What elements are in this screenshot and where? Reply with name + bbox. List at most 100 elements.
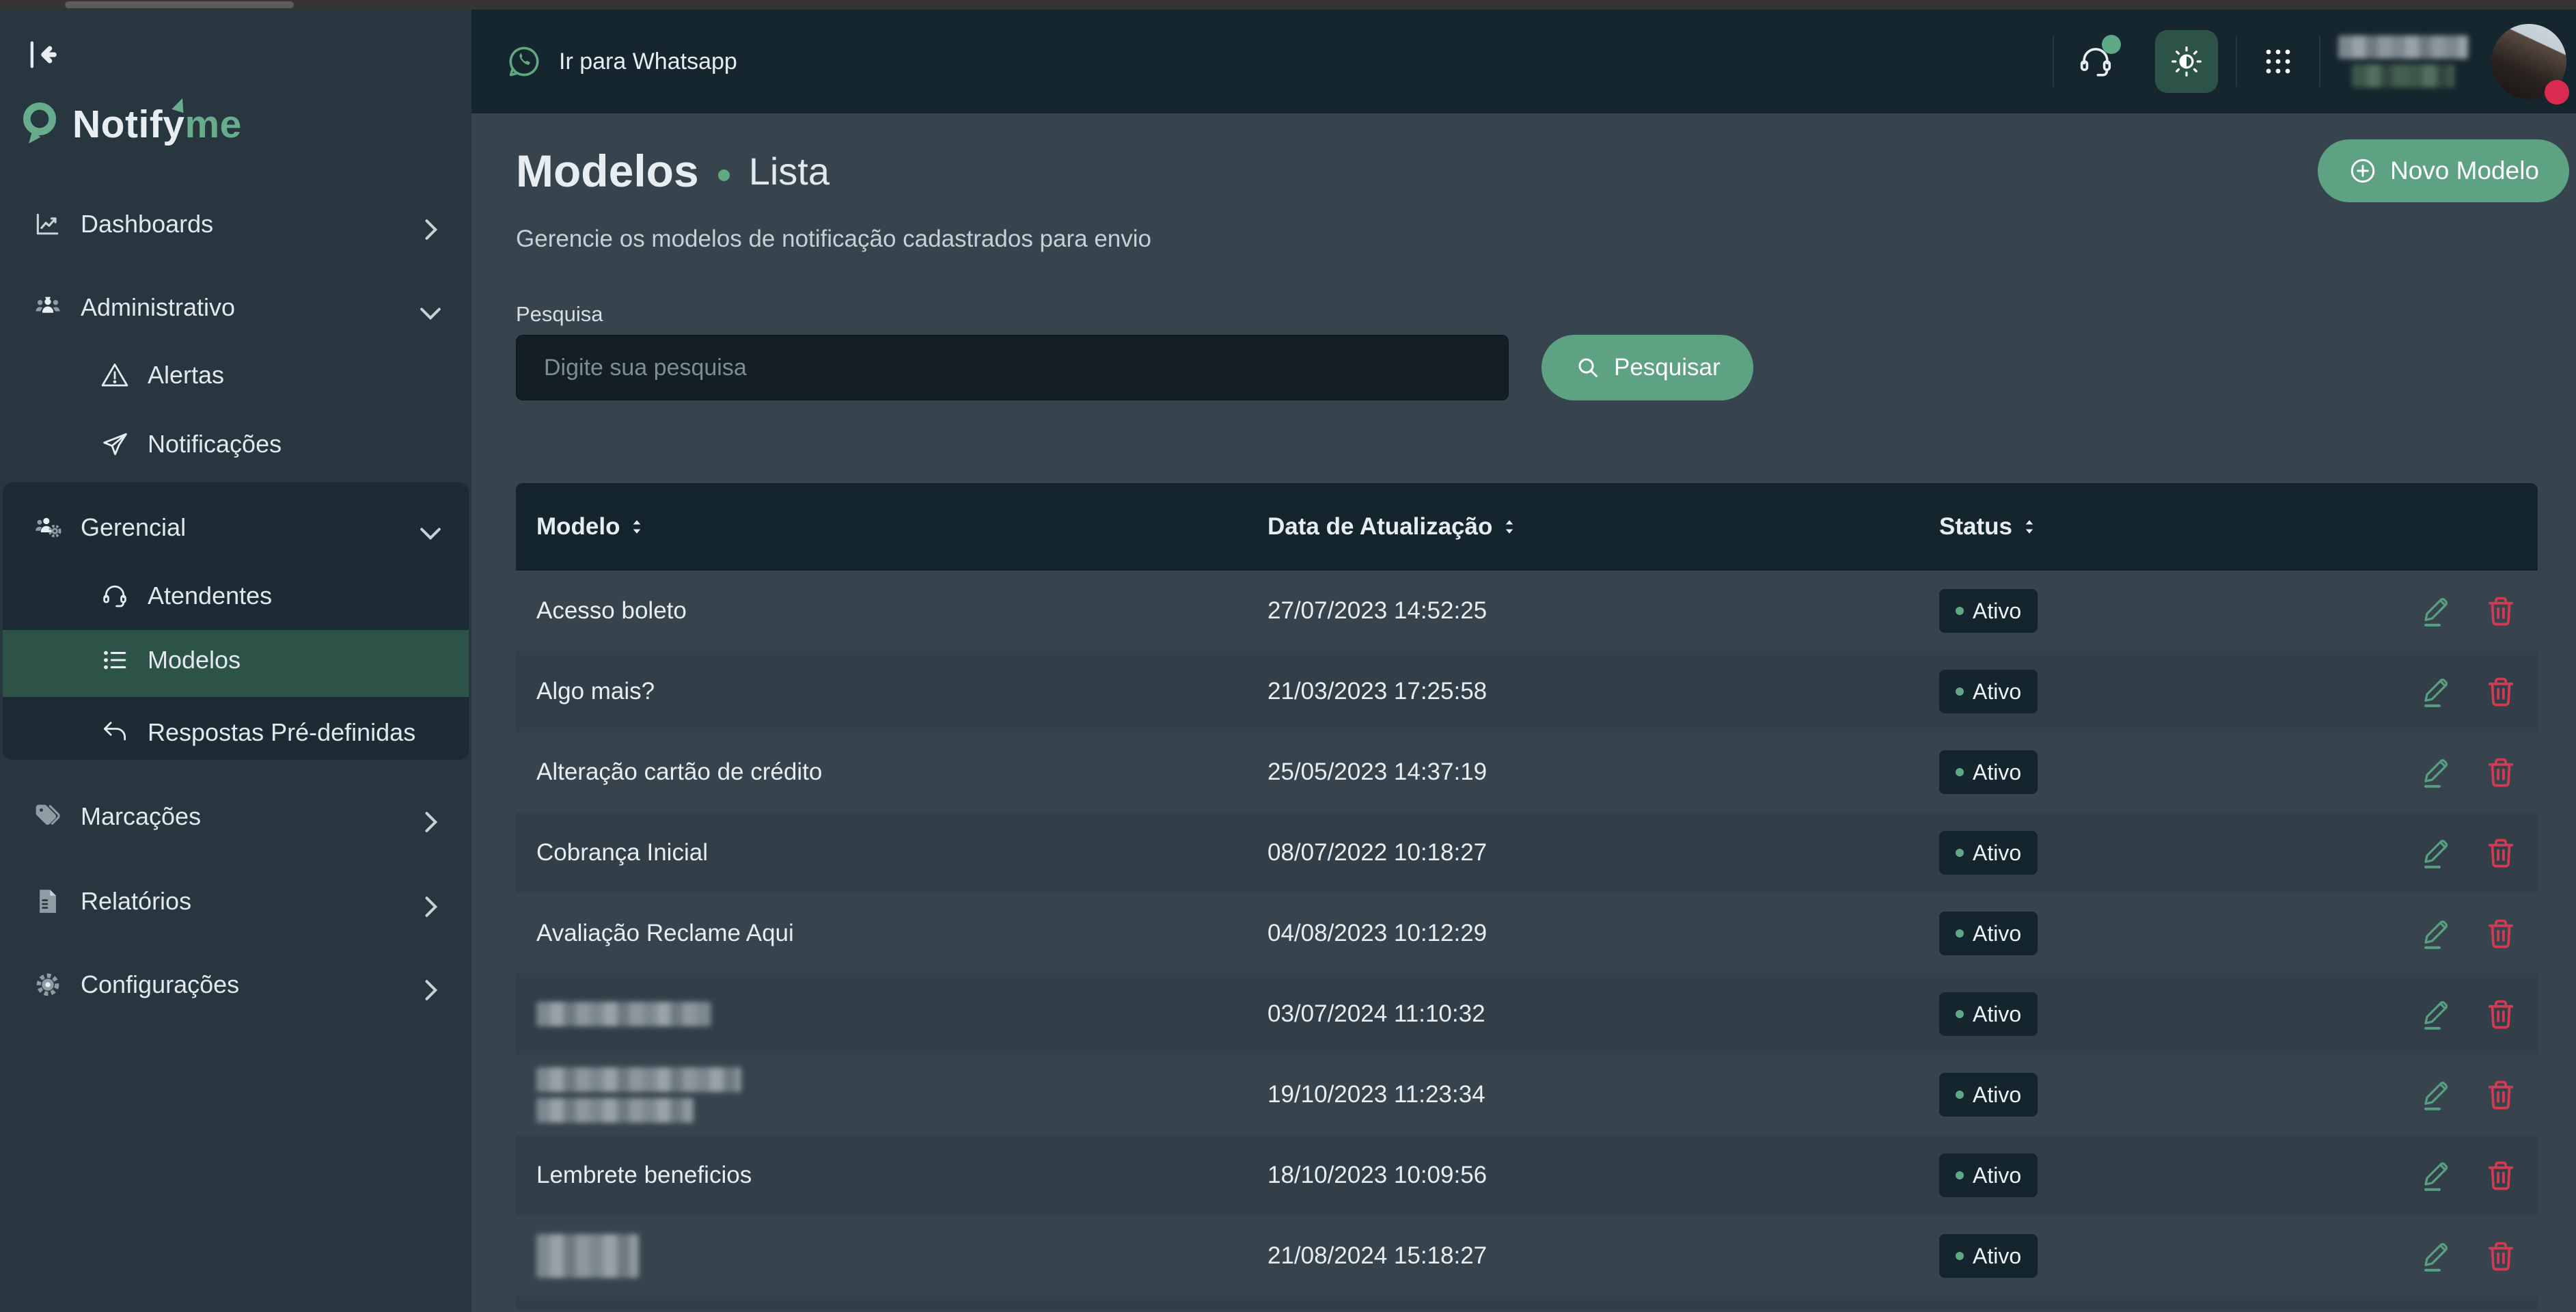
sidebar-item-administrativo[interactable]: Administrativo <box>0 283 471 332</box>
status-dot-icon <box>1956 849 1964 857</box>
table-row: Avaliação Reclame Aqui04/08/2023 10:12:2… <box>516 893 2538 974</box>
table-row: 21/08/2024 15:18:27Ativo <box>516 1216 2538 1296</box>
user-name-redacted <box>2338 36 2468 87</box>
edit-button[interactable] <box>2419 754 2454 790</box>
edit-button[interactable] <box>2419 1077 2454 1112</box>
chevron-down-icon <box>415 518 435 537</box>
table-row-partial <box>516 1296 2538 1310</box>
delete-button[interactable] <box>2483 916 2519 951</box>
sidebar-item-respostas-pre-definidas[interactable]: Respostas Pré-definidas <box>0 708 471 757</box>
column-header-modelo[interactable]: Modelo <box>536 483 644 571</box>
status-badge: Ativo <box>1939 992 2038 1036</box>
sidebar-item-atendentes[interactable]: Atendentes <box>0 571 471 620</box>
sidebar-item-relatorios[interactable]: Relatórios <box>0 877 471 926</box>
topbar-tools <box>2053 24 2576 99</box>
search-icon <box>1574 354 1602 381</box>
edit-button[interactable] <box>2419 1158 2454 1193</box>
new-model-button[interactable]: Novo Modelo <box>2318 139 2569 202</box>
row-actions <box>2419 651 2519 732</box>
sidebar-item-configuracoes[interactable]: Configurações <box>0 960 471 1009</box>
pencil-icon <box>2419 754 2454 790</box>
row-actions <box>2419 1054 2519 1135</box>
column-header-status[interactable]: Status <box>1939 483 2037 571</box>
model-name-cell: Cobrança Inicial <box>536 812 708 893</box>
delete-button[interactable] <box>2483 674 2519 709</box>
horizontal-scrollbar[interactable] <box>0 0 2576 10</box>
column-header-data-atualizacao[interactable]: Data de Atualização <box>1268 483 1517 571</box>
table-row: Alteração cartão de crédito25/05/2023 14… <box>516 732 2538 812</box>
edit-button[interactable] <box>2419 593 2454 629</box>
trash-icon <box>2483 754 2519 790</box>
theme-toggle-button[interactable] <box>2155 30 2218 93</box>
sidebar-item-label: Gerencial <box>81 513 186 542</box>
support-button[interactable] <box>2076 42 2115 81</box>
delete-button[interactable] <box>2483 593 2519 629</box>
updated-at-cell: 27/07/2023 14:52:25 <box>1268 571 1487 651</box>
edit-button[interactable] <box>2419 674 2454 709</box>
status-dot-icon <box>1956 768 1964 776</box>
sidebar-item-label: Dashboards <box>81 210 213 238</box>
collapse-sidebar-icon[interactable] <box>25 37 60 72</box>
sidebar-item-modelos[interactable]: Modelos <box>0 636 471 685</box>
sidebar-item-alertas[interactable]: Alertas <box>0 351 471 400</box>
brand-name: Notifyme <box>72 102 242 147</box>
whatsapp-label: Ir para Whatsapp <box>559 49 737 75</box>
sidebar-item-notificacoes[interactable]: Notificações <box>0 420 471 469</box>
table-row: Algo mais?21/03/2023 17:25:58Ativo <box>516 651 2538 732</box>
search-button[interactable]: Pesquisar <box>1542 335 1753 400</box>
sidebar-item-dashboards[interactable]: Dashboards <box>0 200 471 249</box>
status-badge: Ativo <box>1939 1153 2038 1197</box>
delete-button[interactable] <box>2483 1077 2519 1112</box>
paper-plane-icon <box>100 429 130 459</box>
main-content: Modelos Lista Gerencie os modelos de not… <box>471 113 2576 1312</box>
delete-button[interactable] <box>2483 996 2519 1032</box>
delete-button[interactable] <box>2483 835 2519 871</box>
edit-button[interactable] <box>2419 916 2454 951</box>
user-avatar[interactable] <box>2491 24 2566 99</box>
users-icon <box>33 292 63 323</box>
trash-icon <box>2483 996 2519 1032</box>
table-row: 03/07/2024 11:10:32Ativo <box>516 974 2538 1054</box>
delete-button[interactable] <box>2483 754 2519 790</box>
status-dot-icon <box>1956 1171 1964 1179</box>
document-icon <box>33 886 63 916</box>
chevron-right-icon <box>415 975 435 994</box>
edit-button[interactable] <box>2419 835 2454 871</box>
sort-icon <box>629 517 644 537</box>
brand-logo[interactable]: Notifyme <box>18 97 242 152</box>
delete-button[interactable] <box>2483 1158 2519 1193</box>
model-name-cell <box>536 974 711 1054</box>
status-badge: Ativo <box>1939 1234 2038 1278</box>
edit-button[interactable] <box>2419 996 2454 1032</box>
pencil-icon <box>2419 674 2454 709</box>
headset-icon <box>100 581 130 611</box>
status-dot-icon <box>1956 1091 1964 1099</box>
warning-triangle-icon <box>100 360 130 390</box>
trash-icon <box>2483 1077 2519 1112</box>
chart-icon <box>33 209 63 239</box>
redacted-text <box>536 1002 711 1026</box>
row-actions <box>2419 1135 2519 1216</box>
status-dot-icon <box>1956 687 1964 696</box>
chevron-right-icon <box>415 215 435 234</box>
sidebar-item-gerencial[interactable]: Gerencial <box>0 503 471 552</box>
delete-button[interactable] <box>2483 1238 2519 1274</box>
status-badge: Ativo <box>1939 670 2038 713</box>
apps-grid-button[interactable] <box>2262 45 2294 78</box>
row-actions <box>2419 732 2519 812</box>
model-name-cell: Alteração cartão de crédito <box>536 732 822 812</box>
plus-circle-icon <box>2348 156 2378 186</box>
whatsapp-link[interactable]: Ir para Whatsapp <box>506 43 737 80</box>
search-input[interactable] <box>516 335 1509 400</box>
edit-button[interactable] <box>2419 1238 2454 1274</box>
updated-at-cell: 21/03/2023 17:25:58 <box>1268 651 1487 732</box>
model-name-cell <box>536 1054 741 1135</box>
row-actions <box>2419 893 2519 974</box>
redacted-text <box>536 1067 741 1092</box>
sidebar-item-label: Respostas Pré-definidas <box>148 718 415 747</box>
scrollbar-thumb[interactable] <box>65 1 294 8</box>
title-separator-dot <box>718 169 730 181</box>
sidebar-item-marcacoes[interactable]: Marcações <box>0 792 471 841</box>
page-description: Gerencie os modelos de notificação cadas… <box>516 226 1151 253</box>
chevron-right-icon <box>415 892 435 911</box>
